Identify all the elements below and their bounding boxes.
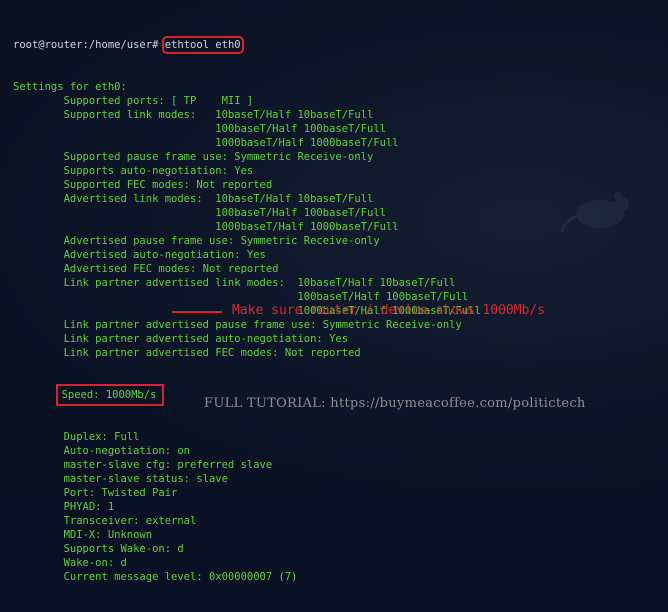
output-line: Transceiver: external [13,515,197,527]
output-line: 100baseT/Half 100baseT/Full [13,207,386,219]
output-line: Supported link modes: 10baseT/Half 10bas… [13,109,374,121]
output-line: Advertised auto-negotiation: Yes [13,249,266,261]
ethtool-output-bottom: Duplex: Full Auto-negotiation: on master… [13,430,481,584]
output-line: Link partner advertised pause frame use:… [13,319,462,331]
speed-line: Speed: 1000Mb/s [55,384,165,406]
output-line: 100baseT/Half 100baseT/Full [13,123,386,135]
terminal-window[interactable]: root@router:/home/user# ethtool eth0 Set… [0,0,668,583]
output-line: 100baseT/Half 100baseT/Full [13,291,469,303]
command-text: ethtool eth0 [161,36,244,54]
output-line: master-slave status: slave [13,473,228,485]
output-line: 1000baseT/Half 1000baseT/Full [13,221,399,233]
output-line: Advertised FEC modes: Not reported [13,263,279,275]
shell-prompt: root@router:/home/user# [13,39,159,51]
output-line: Settings for eth0: [13,81,127,93]
output-line: 1000baseT/Half 1000baseT/Full [13,137,399,149]
output-line: Advertised link modes: 10baseT/Half 10ba… [13,193,374,205]
speed-indent [13,389,64,401]
callout-text: Make sure router / device shows 1000Mb/s [232,303,546,318]
callout-connector-line [172,311,222,313]
output-line: Advertised pause frame use: Symmetric Re… [13,235,380,247]
output-line: Port: Twisted Pair [13,487,178,499]
kali-mouse-watermark-icon [560,192,629,233]
output-line: Duplex: Full [13,431,140,443]
output-line: Link partner advertised FEC modes: Not r… [13,347,361,359]
output-line: Supports Wake-on: d [13,543,184,555]
tutorial-watermark: FULL TUTORIAL: https://buymeacoffee.com/… [204,396,586,411]
output-line: PHYAD: 1 [13,501,115,513]
output-line: Auto-negotiation: on [13,445,191,457]
output-line: Link partner advertised auto-negotiation… [13,333,349,345]
output-line: master-slave cfg: preferred slave [13,459,273,471]
output-line: Supported FEC modes: Not reported [13,179,273,191]
output-line: Current message level: 0x00000007 (7) [13,571,298,583]
output-line: Wake-on: d [13,557,127,569]
output-line: Supports auto-negotiation: Yes [13,165,254,177]
output-line: Supported pause frame use: Symmetric Rec… [13,151,374,163]
output-line: Supported ports: [ TP MII ] [13,95,254,107]
output-line: MDI-X: Unknown [13,529,153,541]
command-line: root@router:/home/user# ethtool eth0 [13,36,481,54]
ethtool-output-top: Settings for eth0: Supported ports: [ TP… [13,80,481,360]
output-line: Link partner advertised link modes: 10ba… [13,277,456,289]
